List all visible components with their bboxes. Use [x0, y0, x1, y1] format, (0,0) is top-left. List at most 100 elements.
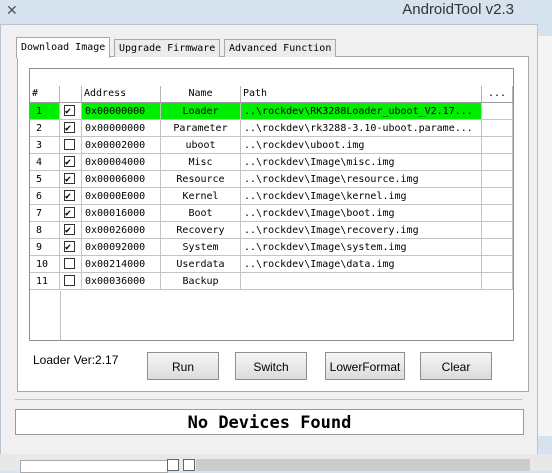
- row-number: 7: [30, 205, 60, 222]
- clear-button[interactable]: Clear: [420, 352, 492, 380]
- row-address[interactable]: 0x00000000: [82, 120, 161, 137]
- row-browse-cell[interactable]: [482, 171, 513, 188]
- bottom-scrollbar[interactable]: [196, 459, 530, 471]
- row-checkbox[interactable]: [64, 120, 75, 136]
- row-address[interactable]: 0x00036000: [82, 273, 161, 290]
- row-browse-cell[interactable]: [482, 239, 513, 256]
- bottom-checkbox[interactable]: [167, 459, 179, 471]
- bottom-strip: [0, 454, 552, 473]
- row-number: 11: [30, 273, 60, 290]
- row-path[interactable]: ..\rockdev\RK3288Loader_uboot_V2.17...: [241, 103, 482, 120]
- row-checkbox[interactable]: [64, 222, 75, 238]
- switch-button[interactable]: Switch: [235, 352, 307, 380]
- table-row[interactable]: 3 0x00002000 uboot ..\rockdev\uboot.img: [30, 137, 513, 154]
- col-address-header[interactable]: Address: [82, 86, 161, 102]
- row-address[interactable]: 0x00214000: [82, 256, 161, 273]
- row-browse-cell[interactable]: [482, 188, 513, 205]
- row-browse-cell[interactable]: [482, 103, 513, 120]
- col-path-header[interactable]: Path: [241, 86, 482, 102]
- row-path[interactable]: ..\rockdev\Image\data.img: [241, 256, 482, 273]
- row-browse-cell[interactable]: [482, 137, 513, 154]
- tab-upgrade-firmware[interactable]: Upgrade Firmware: [114, 39, 221, 57]
- row-checkbox[interactable]: [64, 139, 75, 150]
- tab-download-image[interactable]: Download Image: [16, 37, 111, 58]
- row-check-cell: [60, 171, 82, 188]
- table-row[interactable]: 9 0x00092000System..\rockdev\Image\system…: [30, 239, 513, 256]
- row-path[interactable]: ..\rockdev\Image\resource.img: [241, 171, 482, 188]
- col-check-header[interactable]: [60, 86, 82, 102]
- row-path[interactable]: ..\rockdev\Image\misc.img: [241, 154, 482, 171]
- row-browse-cell[interactable]: [482, 222, 513, 239]
- row-browse-cell[interactable]: [482, 205, 513, 222]
- table-row[interactable]: 7 0x00016000Boot..\rockdev\Image\boot.img: [30, 205, 513, 222]
- row-address[interactable]: 0x00004000: [82, 154, 161, 171]
- row-check-cell: [60, 120, 82, 137]
- table-row[interactable]: 10 0x00214000 Userdata ..\rockdev\Image\dat…: [30, 256, 513, 273]
- row-check-cell: [60, 137, 82, 154]
- image-table: # Address Name Path ... 1 0x00000000Loade…: [29, 68, 514, 341]
- row-number: 3: [30, 137, 60, 154]
- row-checkbox[interactable]: [64, 171, 75, 187]
- row-address[interactable]: 0x00000000: [82, 103, 161, 120]
- row-number: 6: [30, 188, 60, 205]
- row-browse-cell[interactable]: [482, 273, 513, 290]
- row-path[interactable]: ..\rockdev\rk3288-3.10-uboot.parame...: [241, 120, 482, 137]
- row-checkbox[interactable]: [64, 188, 75, 204]
- row-path[interactable]: ..\rockdev\Image\system.img: [241, 239, 482, 256]
- row-name[interactable]: Misc: [161, 154, 241, 171]
- lower-format-button[interactable]: LowerFormat: [325, 352, 405, 380]
- bottom-checkbox[interactable]: [183, 459, 195, 471]
- row-path[interactable]: ..\rockdev\Image\kernel.img: [241, 188, 482, 205]
- row-path[interactable]: ..\rockdev\uboot.img: [241, 137, 482, 154]
- status-text: No Devices Found: [187, 413, 352, 433]
- row-checkbox[interactable]: [64, 275, 75, 286]
- row-name[interactable]: uboot: [161, 137, 241, 154]
- row-name[interactable]: Backup: [161, 273, 241, 290]
- table-row[interactable]: 5 0x00006000Resource..\rockdev\Image\reso…: [30, 171, 513, 188]
- table-row[interactable]: 4 0x00004000Misc..\rockdev\Image\misc.img: [30, 154, 513, 171]
- table-row[interactable]: 11 0x00036000 Backup: [30, 273, 513, 290]
- loader-version-label: Loader Ver:2.17: [33, 353, 119, 367]
- window-title: AndroidTool v2.3: [402, 1, 514, 18]
- col-more-header[interactable]: ...: [482, 86, 513, 102]
- row-name[interactable]: Kernel: [161, 188, 241, 205]
- table-row[interactable]: 8 0x00026000Recovery..\rockdev\Image\reco…: [30, 222, 513, 239]
- run-button[interactable]: Run: [147, 352, 219, 380]
- row-browse-cell[interactable]: [482, 120, 513, 137]
- row-address[interactable]: 0x00006000: [82, 171, 161, 188]
- row-check-cell: [60, 239, 82, 256]
- row-name[interactable]: Boot: [161, 205, 241, 222]
- row-browse-cell[interactable]: [482, 256, 513, 273]
- row-check-cell: [60, 188, 82, 205]
- row-address[interactable]: 0x00016000: [82, 205, 161, 222]
- col-num-header[interactable]: #: [30, 86, 60, 102]
- row-name[interactable]: Parameter: [161, 120, 241, 137]
- row-number: 8: [30, 222, 60, 239]
- row-name[interactable]: System: [161, 239, 241, 256]
- row-path[interactable]: ..\rockdev\Image\recovery.img: [241, 222, 482, 239]
- row-path[interactable]: ..\rockdev\Image\boot.img: [241, 205, 482, 222]
- row-name[interactable]: Loader: [161, 103, 241, 120]
- row-checkbox[interactable]: [64, 103, 75, 119]
- row-name[interactable]: Resource: [161, 171, 241, 188]
- table-row[interactable]: 6 0x0000E000Kernel..\rockdev\Image\kernel…: [30, 188, 513, 205]
- row-number: 9: [30, 239, 60, 256]
- row-name[interactable]: Recovery: [161, 222, 241, 239]
- row-checkbox[interactable]: [64, 239, 75, 255]
- row-browse-cell[interactable]: [482, 154, 513, 171]
- row-checkbox[interactable]: [64, 205, 75, 221]
- row-address[interactable]: 0x00002000: [82, 137, 161, 154]
- row-path[interactable]: [241, 273, 482, 290]
- row-address[interactable]: 0x0000E000: [82, 188, 161, 205]
- row-name[interactable]: Userdata: [161, 256, 241, 273]
- row-check-cell: [60, 222, 82, 239]
- row-checkbox[interactable]: [64, 258, 75, 269]
- row-address[interactable]: 0x00026000: [82, 222, 161, 239]
- col-name-header[interactable]: Name: [161, 86, 241, 102]
- app-icon: ✕: [6, 2, 18, 18]
- table-row[interactable]: 1 0x00000000Loader..\rockdev\RK3288Loader…: [30, 103, 513, 120]
- row-checkbox[interactable]: [64, 154, 75, 170]
- table-row[interactable]: 2 0x00000000Parameter..\rockdev\rk3288-3.…: [30, 120, 513, 137]
- row-address[interactable]: 0x00092000: [82, 239, 161, 256]
- tab-advanced-function[interactable]: Advanced Function: [224, 39, 337, 57]
